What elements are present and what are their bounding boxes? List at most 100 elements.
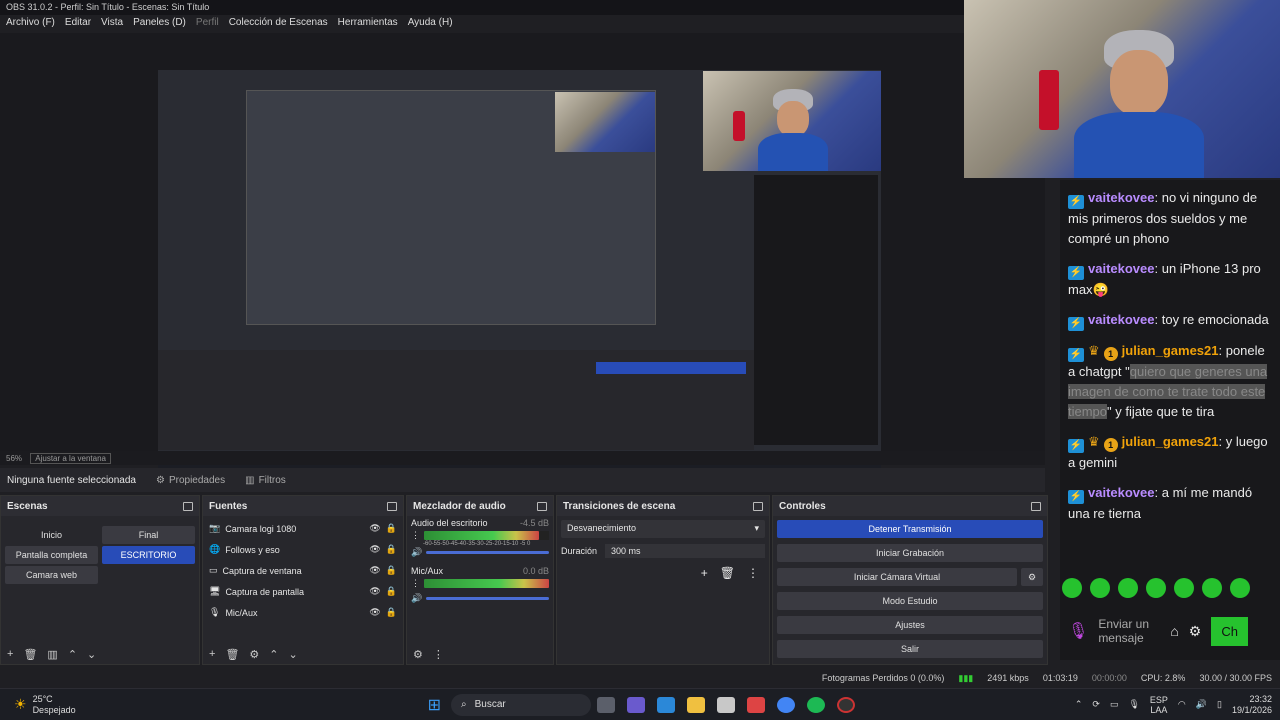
emote-icon[interactable] (1090, 578, 1110, 598)
eye-icon[interactable]: 👁 (369, 607, 380, 618)
scene-camara-web[interactable]: Camara web (5, 566, 98, 584)
menu-archivo[interactable]: Archivo (F) (6, 17, 55, 31)
menu-ayuda[interactable]: Ayuda (H) (408, 17, 453, 31)
speaker-icon[interactable]: 🔊 (411, 547, 422, 558)
scene-escritorio[interactable]: ESCRITORIO (102, 546, 195, 564)
add-icon[interactable]: + (7, 648, 13, 660)
source-row[interactable]: 🌐 Follows y eso 👁 🔒 (203, 539, 403, 560)
spotify-icon[interactable] (807, 696, 825, 713)
menu-dots-icon[interactable]: ⋮ (411, 578, 420, 589)
mic-icon[interactable]: 🎙 (1128, 699, 1139, 710)
emote-icon[interactable] (1062, 578, 1082, 598)
popout-icon[interactable] (387, 501, 397, 511)
chat-user[interactable]: vaitekovee (1088, 261, 1155, 276)
file-explorer-icon[interactable] (687, 696, 705, 713)
clock[interactable]: 23:32 19/1/2026 (1232, 694, 1272, 716)
menu-dots-icon[interactable]: ⋮ (433, 648, 444, 661)
chat-user[interactable]: vaitekovee (1088, 485, 1155, 500)
emote-icon[interactable] (1146, 578, 1166, 598)
copilot-icon[interactable] (657, 696, 675, 713)
chat-user[interactable]: julian_games21 (1122, 343, 1219, 358)
app-icon[interactable] (747, 696, 765, 713)
eye-icon[interactable]: 👁 (369, 586, 380, 597)
task-view-icon[interactable] (597, 696, 615, 713)
settings-button[interactable]: Ajustes (777, 616, 1043, 634)
gear-icon[interactable]: ⚙ (1021, 568, 1043, 586)
lock-icon[interactable]: 🔒 (386, 544, 397, 555)
lock-icon[interactable]: 🔒 (386, 565, 397, 576)
lock-icon[interactable]: 🔒 (386, 523, 397, 534)
duration-input[interactable]: 300 ms (605, 544, 765, 558)
eye-icon[interactable]: 👁 (369, 544, 380, 555)
windows-start-icon[interactable]: ⊞ (428, 695, 441, 715)
down-icon[interactable]: ⌄ (87, 648, 96, 661)
scene-pantalla-completa[interactable]: Pantalla completa (5, 546, 98, 564)
sync-icon[interactable]: ⟳ (1092, 699, 1100, 710)
stop-stream-button[interactable]: Detener Transmisión (777, 520, 1043, 538)
wifi-icon[interactable]: ◠ (1178, 699, 1186, 710)
volume-slider[interactable] (426, 597, 549, 600)
source-row[interactable]: ▭ Captura de ventana 👁 🔒 (203, 560, 403, 581)
gear-icon[interactable]: ⚙ (1189, 623, 1202, 640)
eye-icon[interactable]: 👁 (369, 523, 380, 534)
gear-icon[interactable]: ⚙ (249, 648, 259, 661)
source-row[interactable]: 🖥 Captura de pantalla 👁 🔒 (203, 581, 403, 602)
emote-icon[interactable] (1174, 578, 1194, 598)
store-icon[interactable] (717, 696, 735, 713)
chat-user[interactable]: julian_games21 (1122, 434, 1219, 449)
popout-icon[interactable] (1031, 501, 1041, 511)
down-icon[interactable]: ⌄ (289, 648, 298, 661)
teams-icon[interactable] (627, 696, 645, 713)
studio-mode-button[interactable]: Modo Estudio (777, 592, 1043, 610)
popout-icon[interactable] (537, 501, 547, 511)
trash-icon[interactable]: 🗑 (225, 648, 239, 661)
chevron-up-icon[interactable]: ⌃ (1075, 699, 1083, 710)
menu-herramientas[interactable]: Herramientas (338, 17, 398, 31)
start-recording-button[interactable]: Iniciar Grabación (777, 544, 1043, 562)
menu-vista[interactable]: Vista (101, 17, 123, 31)
emote-icon[interactable] (1230, 578, 1250, 598)
search-box[interactable]: ⌕ Buscar (451, 693, 591, 716)
menu-perfil[interactable]: Perfil (196, 17, 219, 31)
virtual-camera-button[interactable]: Iniciar Cámara Virtual (777, 568, 1017, 586)
menu-dots-icon[interactable]: ⋮ (411, 530, 420, 541)
filter-icon[interactable]: ▥ (47, 648, 57, 661)
source-row[interactable]: 🎙 Mic/Aux 👁 🔒 (203, 602, 403, 623)
trash-icon[interactable]: 🗑 (720, 566, 735, 580)
up-icon[interactable]: ⌃ (68, 648, 77, 661)
speaker-icon[interactable]: 🔊 (1196, 699, 1207, 710)
chrome-icon[interactable] (777, 696, 795, 713)
emote-icon[interactable] (1202, 578, 1222, 598)
up-icon[interactable]: ⌃ (269, 648, 278, 661)
menu-coleccion[interactable]: Colección de Escenas (229, 17, 328, 31)
filters-button[interactable]: ▥ Filtros (245, 475, 286, 486)
scale-mode-select[interactable]: Ajustar a la ventana (30, 453, 111, 464)
popout-icon[interactable] (183, 501, 193, 511)
gear-icon[interactable]: ⚙ (413, 648, 423, 661)
trash-icon[interactable]: 🗑 (23, 648, 37, 661)
menu-paneles[interactable]: Paneles (D) (133, 17, 186, 31)
battery-icon[interactable]: ▯ (1217, 699, 1222, 710)
speaker-icon[interactable]: 🔊 (411, 593, 422, 604)
add-icon[interactable]: + (209, 648, 215, 660)
scene-inicio[interactable]: Inicio (5, 526, 98, 544)
chat-user[interactable]: vaitekovee (1088, 312, 1155, 327)
language-indicator[interactable]: ESP LAA (1150, 695, 1168, 715)
lock-icon[interactable]: 🔒 (386, 586, 397, 597)
transition-select[interactable]: Desvanecimiento ▾ (561, 520, 765, 538)
network-icon[interactable]: ▭ (1110, 699, 1119, 710)
volume-slider[interactable] (426, 551, 549, 554)
add-icon[interactable]: + (701, 566, 708, 580)
chat-user[interactable]: vaitekovee (1088, 190, 1155, 205)
eye-icon[interactable]: 👁 (369, 565, 380, 576)
emote-icon[interactable] (1118, 578, 1138, 598)
lock-icon[interactable]: 🔒 (386, 607, 397, 618)
chat-button[interactable]: Ch (1211, 616, 1248, 646)
gift-icon[interactable]: ⌂ (1170, 623, 1178, 639)
menu-dots-icon[interactable]: ⋮ (747, 566, 759, 580)
mic-icon[interactable]: 🎙 (1068, 621, 1088, 641)
scene-final[interactable]: Final (102, 526, 195, 544)
chat-input[interactable]: Enviar un mensaje (1098, 617, 1160, 645)
obs-icon[interactable] (837, 696, 855, 713)
preview-area[interactable] (0, 33, 1045, 479)
